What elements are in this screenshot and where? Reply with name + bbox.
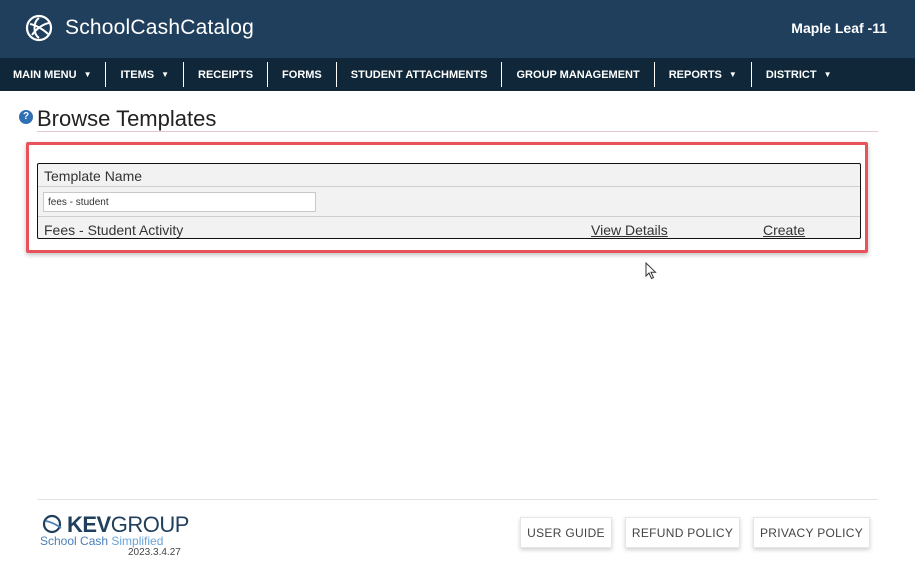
version-label: 2023.3.4.27 bbox=[128, 547, 181, 558]
school-name[interactable]: Maple Leaf -11 bbox=[791, 20, 887, 36]
app-header: SchoolCashCatalog Maple Leaf -11 bbox=[0, 0, 915, 58]
help-icon[interactable]: ? bbox=[19, 110, 33, 124]
privacy-policy-button[interactable]: PRIVACY POLICY bbox=[753, 517, 870, 548]
brand-title: SchoolCashCatalog bbox=[65, 16, 255, 39]
footer-divider bbox=[37, 499, 878, 500]
template-name-filter-input[interactable] bbox=[43, 192, 316, 212]
nav-group-management[interactable]: GROUP MANAGEMENT bbox=[502, 62, 655, 87]
nav-district[interactable]: DISTRICT ▼ bbox=[752, 62, 846, 87]
table-row: Fees - Student Activity View Details Cre… bbox=[38, 218, 860, 238]
template-name-cell: Fees - Student Activity bbox=[44, 222, 184, 238]
view-details-link[interactable]: View Details bbox=[591, 222, 668, 238]
nav-forms[interactable]: FORMS bbox=[268, 62, 337, 87]
title-divider bbox=[37, 131, 878, 132]
chevron-down-icon: ▼ bbox=[161, 70, 170, 79]
nav-reports[interactable]: REPORTS ▼ bbox=[655, 62, 752, 87]
chevron-down-icon: ▼ bbox=[83, 70, 92, 79]
create-link[interactable]: Create bbox=[763, 222, 805, 238]
nav-items[interactable]: ITEMS ▼ bbox=[106, 62, 185, 87]
kevgroup-logo: KEVGROUP School Cash Simplified 2023.3.4… bbox=[40, 512, 190, 562]
filter-row bbox=[38, 187, 860, 217]
kevgroup-logo-icon bbox=[42, 514, 62, 534]
column-header-template-name[interactable]: Template Name bbox=[38, 164, 860, 187]
mouse-cursor-icon bbox=[645, 262, 657, 280]
chevron-down-icon: ▼ bbox=[823, 70, 832, 79]
user-guide-button[interactable]: USER GUIDE bbox=[520, 517, 612, 548]
refund-policy-button[interactable]: REFUND POLICY bbox=[625, 517, 740, 548]
chevron-down-icon: ▼ bbox=[728, 70, 737, 79]
nav-student-attachments[interactable]: STUDENT ATTACHMENTS bbox=[337, 62, 503, 87]
main-nav: MAIN MENU ▼ ITEMS ▼ RECEIPTS FORMS STUDENT… bbox=[0, 58, 915, 91]
nav-main-menu[interactable]: MAIN MENU ▼ bbox=[0, 62, 107, 87]
templates-grid: Template Name Fees - Student Activity Vi… bbox=[37, 163, 861, 239]
page-title: Browse Templates bbox=[37, 106, 217, 131]
schoolcash-logo-icon bbox=[25, 14, 53, 42]
kevgroup-tagline: School Cash Simplified bbox=[40, 534, 164, 548]
nav-receipts[interactable]: RECEIPTS bbox=[184, 62, 269, 87]
